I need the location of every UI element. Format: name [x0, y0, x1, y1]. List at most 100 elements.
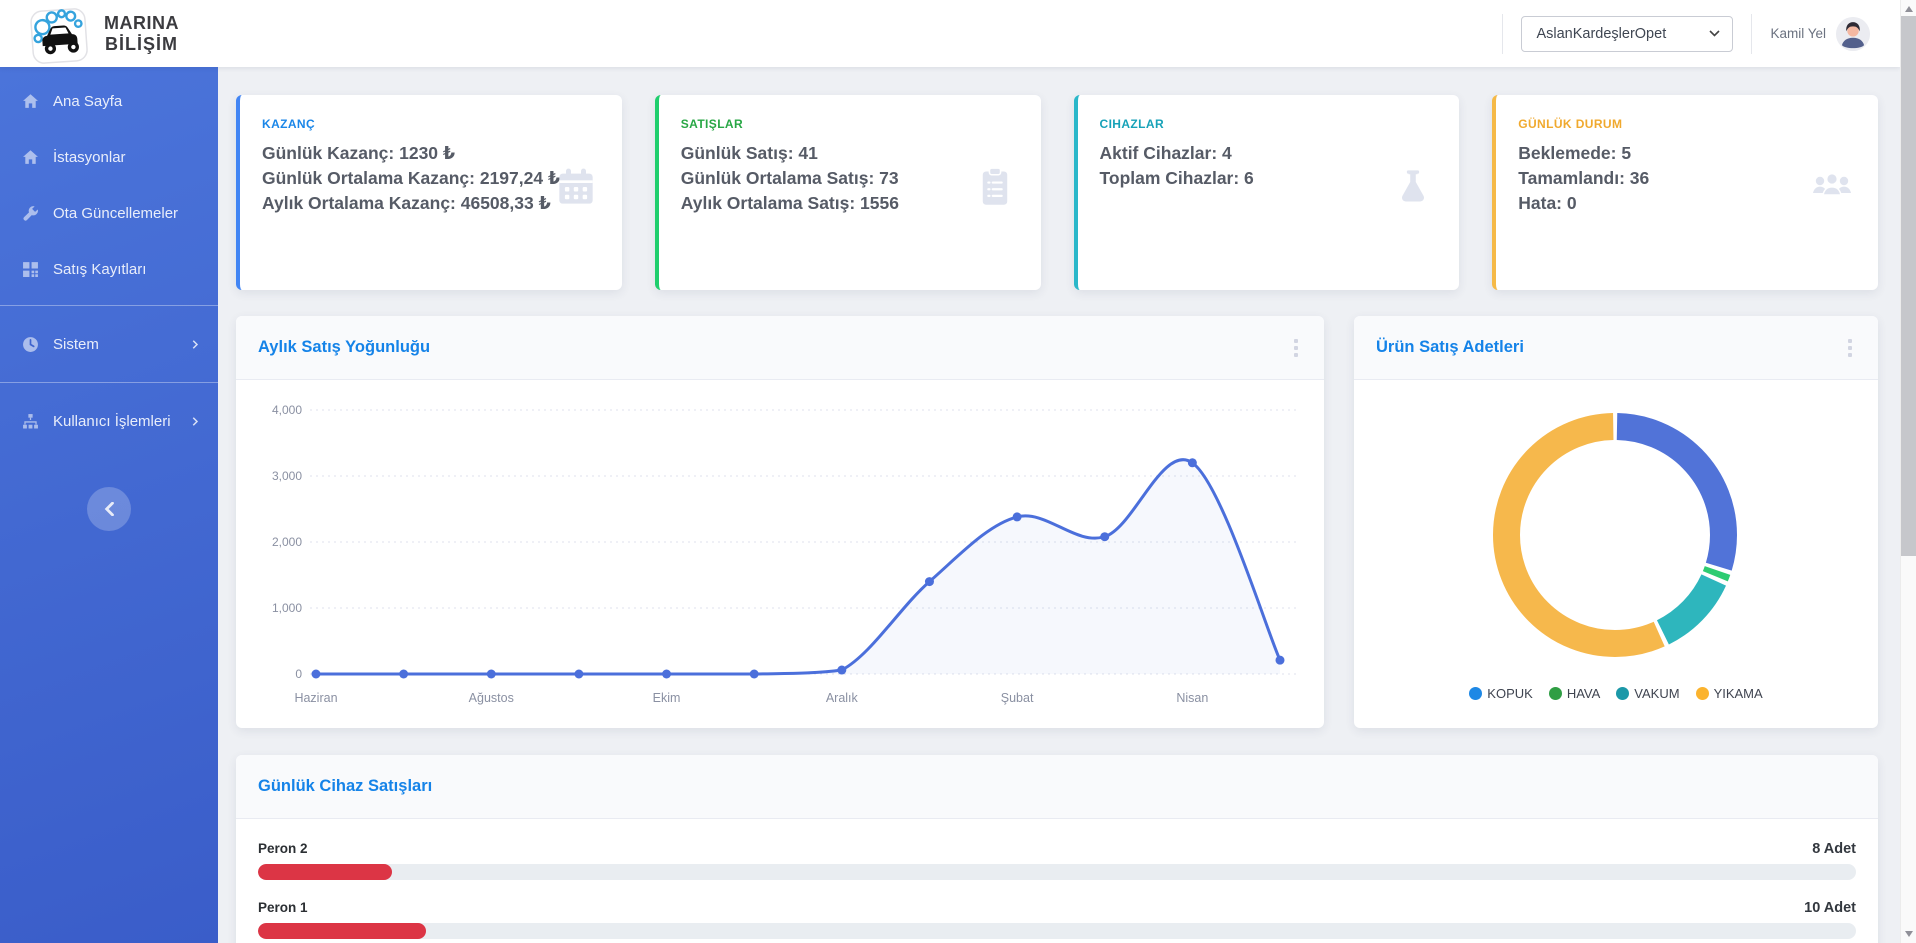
main-content: KAZANÇ Günlük Kazanç: 1230 ₺ Günlük Orta… — [218, 67, 1900, 943]
stat-card-values: Günlük Satış: 41 Günlük Ortalama Satış: … — [681, 141, 981, 216]
legend-dot — [1469, 687, 1482, 700]
device-sales-row: Peron 1 10 Adet — [258, 900, 1856, 939]
panel-title: Ürün Satış Adetleri — [1376, 338, 1524, 357]
sidebar-item-istasyonlar[interactable]: İstasyonlar — [0, 129, 218, 185]
station-select-value: AslanKardeşlerOpet — [1536, 26, 1666, 42]
legend-dot — [1549, 687, 1562, 700]
sidebar-item-label: Kullanıcı İşlemleri — [53, 413, 177, 430]
daily-device-sales-panel: Günlük Cihaz Satışları Peron 2 8 Adet Pe… — [236, 755, 1878, 943]
user-menu[interactable]: Kamil Yel — [1770, 17, 1870, 51]
legend-item-kopuk: KOPUK — [1469, 686, 1533, 701]
calendar-icon — [556, 167, 596, 207]
device-label: Peron 2 — [258, 841, 308, 856]
wrench-icon — [22, 205, 39, 222]
user-avatar[interactable] — [1836, 17, 1870, 51]
product-sales-panel: Ürün Satış Adetleri KOPUK HAVA VAKUM YIK… — [1354, 316, 1878, 728]
legend-item-vakum: VAKUM — [1616, 686, 1679, 701]
qr-grid-icon — [22, 261, 39, 278]
sidebar-item-ana-sayfa[interactable]: Ana Sayfa — [0, 73, 218, 129]
stat-card-cihazlar: CIHAZLAR Aktif Cihazlar: 4 Toplam Cihazl… — [1074, 95, 1460, 290]
svg-text:Ekim: Ekim — [653, 691, 681, 705]
sidebar-item-sistem[interactable]: Sistem — [0, 314, 218, 374]
scrollbar-down-arrow-icon[interactable] — [1905, 931, 1913, 937]
sidebar-item-kullanici-islemleri[interactable]: Kullanıcı İşlemleri — [0, 391, 218, 451]
kebab-menu-icon[interactable] — [1844, 335, 1856, 361]
sidebar-item-label: Ota Güncellemeler — [53, 205, 200, 222]
brand-logo: MARINA BİLİŞİM — [26, 3, 179, 65]
device-label: Peron 1 — [258, 900, 308, 915]
vertical-scrollbar — [1900, 0, 1916, 943]
flask-icon — [1393, 167, 1433, 207]
scrollbar-up-arrow-icon[interactable] — [1905, 6, 1913, 12]
device-amount: 8 Adet — [1812, 841, 1856, 857]
chevron-right-icon — [191, 340, 200, 349]
kebab-menu-icon[interactable] — [1290, 335, 1302, 361]
sidebar-item-satis-kayitlari[interactable]: Satış Kayıtları — [0, 241, 218, 297]
legend-dot — [1696, 687, 1709, 700]
panel-title: Günlük Cihaz Satışları — [258, 777, 432, 796]
user-name: Kamil Yel — [1770, 26, 1826, 41]
panel-header: Günlük Cihaz Satışları — [236, 755, 1878, 819]
line-chart-svg: 01,0002,0003,0004,000HaziranAğustosEkimA… — [236, 380, 1322, 726]
stat-card-values: Beklemede: 5 Tamamlandı: 36 Hata: 0 — [1518, 141, 1818, 216]
sidebar-item-ota-guncellemeler[interactable]: Ota Güncellemeler — [0, 185, 218, 241]
donut-chart-svg — [1355, 380, 1877, 680]
top-header: MARINA BİLİŞİM AslanKardeşlerOpet Kamil … — [0, 0, 1900, 67]
legend-item-hava: HAVA — [1549, 686, 1600, 701]
brand-name: MARINA BİLİŞİM — [104, 13, 179, 54]
stat-card-kazanc: KAZANÇ Günlük Kazanç: 1230 ₺ Günlük Orta… — [236, 95, 622, 290]
legend-dot — [1616, 687, 1629, 700]
stat-card-values: Günlük Kazanç: 1230 ₺ Günlük Ortalama Ka… — [262, 141, 562, 216]
stat-cards-row: KAZANÇ Günlük Kazanç: 1230 ₺ Günlük Orta… — [236, 95, 1878, 290]
panel-header: Aylık Satış Yoğunluğu — [236, 316, 1324, 380]
sidebar: Ana Sayfa İstasyonlar Ota Güncellemeler … — [0, 67, 218, 943]
svg-text:Nisan: Nisan — [1176, 691, 1208, 705]
home-icon — [22, 93, 39, 110]
svg-text:Ağustos: Ağustos — [469, 691, 514, 705]
svg-text:0: 0 — [295, 667, 302, 681]
station-select[interactable]: AslanKardeşlerOpet — [1521, 16, 1733, 52]
svg-text:4,000: 4,000 — [272, 403, 302, 417]
users-icon — [1812, 167, 1852, 207]
sidebar-divider — [0, 382, 218, 383]
clock-icon — [22, 336, 39, 353]
progress-fill — [258, 923, 426, 939]
stat-card-gunluk-durum: GÜNLÜK DURUM Beklemede: 5 Tamamlandı: 36… — [1492, 95, 1878, 290]
clipboard-icon — [975, 167, 1015, 207]
svg-text:3,000: 3,000 — [272, 469, 302, 483]
panel-header: Ürün Satış Adetleri — [1354, 316, 1878, 380]
sidebar-item-label: Sistem — [53, 336, 177, 353]
svg-text:2,000: 2,000 — [272, 535, 302, 549]
header-divider — [1502, 14, 1503, 54]
daily-device-sales-body: Peron 2 8 Adet Peron 1 10 Adet — [236, 819, 1878, 939]
scrollbar-thumb[interactable] — [1901, 16, 1916, 556]
chevron-down-icon — [1709, 30, 1720, 37]
progress-fill — [258, 864, 392, 880]
legend-item-yikama: YIKAMA — [1696, 686, 1763, 701]
stat-card-label: GÜNLÜK DURUM — [1518, 117, 1854, 131]
svg-text:Haziran: Haziran — [294, 691, 337, 705]
svg-text:Şubat: Şubat — [1001, 691, 1034, 705]
progress-track — [258, 923, 1856, 939]
device-sales-row: Peron 2 8 Adet — [258, 841, 1856, 880]
device-amount: 10 Adet — [1804, 900, 1856, 916]
sitemap-icon — [22, 413, 39, 430]
stat-card-label: SATIŞLAR — [681, 117, 1017, 131]
panel-title: Aylık Satış Yoğunluğu — [258, 338, 430, 357]
sidebar-item-label: Satış Kayıtları — [53, 261, 200, 278]
progress-track — [258, 864, 1856, 880]
charts-row: Aylık Satış Yoğunluğu 01,0002,0003,0004,… — [236, 316, 1878, 728]
sidebar-item-label: Ana Sayfa — [53, 93, 200, 110]
donut-chart-body: KOPUK HAVA VAKUM YIKAMA — [1354, 380, 1878, 701]
stat-card-satislar: SATIŞLAR Günlük Satış: 41 Günlük Ortalam… — [655, 95, 1041, 290]
carwash-logo-icon — [26, 5, 92, 65]
donut-legend: KOPUK HAVA VAKUM YIKAMA — [1469, 686, 1762, 701]
stat-card-label: CIHAZLAR — [1100, 117, 1436, 131]
sidebar-item-label: İstasyonlar — [53, 149, 200, 166]
sidebar-collapse-button[interactable] — [87, 487, 131, 531]
svg-text:Aralık: Aralık — [826, 691, 859, 705]
sidebar-divider — [0, 305, 218, 306]
chevron-left-icon — [104, 502, 114, 516]
chevron-right-icon — [191, 417, 200, 426]
header-divider — [1751, 14, 1752, 54]
